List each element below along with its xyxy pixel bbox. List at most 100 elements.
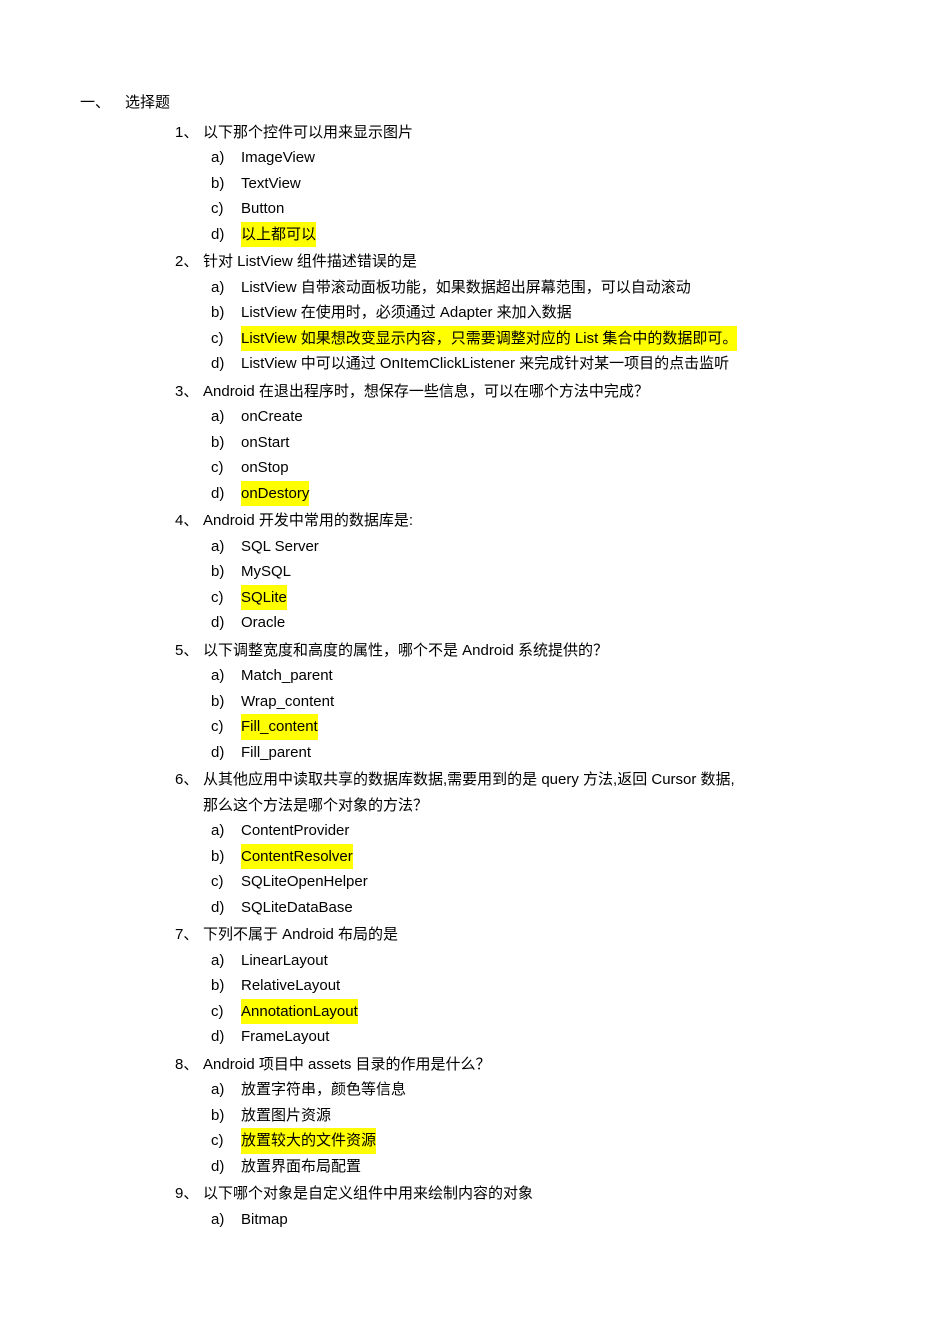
option-letter: a) (211, 275, 241, 301)
section-number: 一、 (60, 90, 115, 116)
option-letter: d) (211, 895, 241, 921)
option: b)TextView (211, 171, 885, 197)
option-text: Fill_content (241, 714, 318, 740)
question-text-continue: 那么这个方法是哪个对象的方法？ (175, 793, 885, 819)
question: 5、以下调整宽度和高度的属性，哪个不是 Android 系统提供的？a)Matc… (175, 638, 885, 766)
option: a)Bitmap (211, 1207, 885, 1233)
option-letter: a) (211, 1207, 241, 1233)
option-text: SQL Server (241, 534, 319, 560)
option-letter: c) (211, 455, 241, 481)
question: 4、Android 开发中常用的数据库是:a)SQL Serverb)MySQL… (175, 508, 885, 636)
option-letter: b) (211, 430, 241, 456)
option: a)ImageView (211, 145, 885, 171)
option-text: onStart (241, 430, 289, 456)
section-title: 选择题 (115, 90, 170, 116)
option-letter: d) (211, 1024, 241, 1050)
option-letter: d) (211, 351, 241, 377)
option-text: SQLiteOpenHelper (241, 869, 368, 895)
option: d)以上都可以 (211, 222, 885, 248)
option-letter: c) (211, 999, 241, 1025)
option: c)onStop (211, 455, 885, 481)
question-number: 5、 (175, 638, 203, 664)
option-letter: d) (211, 740, 241, 766)
option-letter: c) (211, 869, 241, 895)
option-text: Wrap_content (241, 689, 334, 715)
option: d)ListView 中可以通过 OnItemClickListener 来完成… (211, 351, 885, 377)
option-letter: b) (211, 844, 241, 870)
questions-container: 1、以下那个控件可以用来显示图片a)ImageViewb)TextViewc)B… (60, 120, 885, 1233)
question-text: Android 在退出程序时，想保存一些信息，可以在哪个方法中完成？ (203, 379, 885, 405)
option: b)RelativeLayout (211, 973, 885, 999)
question: 9、以下哪个对象是自定义组件中用来绘制内容的对象a)Bitmap (175, 1181, 885, 1232)
question-text: 以下调整宽度和高度的属性，哪个不是 Android 系统提供的？ (203, 638, 885, 664)
option-letter: c) (211, 714, 241, 740)
question-text: 下列不属于 Android 布局的是 (203, 922, 885, 948)
question-text: 以下哪个对象是自定义组件中用来绘制内容的对象 (203, 1181, 885, 1207)
question-line: 9、以下哪个对象是自定义组件中用来绘制内容的对象 (175, 1181, 885, 1207)
option-text: onStop (241, 455, 289, 481)
option-text: AnnotationLayout (241, 999, 358, 1025)
option-text: LinearLayout (241, 948, 328, 974)
question-text: 以下那个控件可以用来显示图片 (203, 120, 885, 146)
question: 2、针对 ListView 组件描述错误的是a)ListView 自带滚动面板功… (175, 249, 885, 377)
option-letter: a) (211, 145, 241, 171)
option-text: SQLite (241, 585, 287, 611)
question-number: 8、 (175, 1052, 203, 1078)
option-text: 放置图片资源 (241, 1103, 331, 1129)
question-line: 4、Android 开发中常用的数据库是: (175, 508, 885, 534)
option: c)AnnotationLayout (211, 999, 885, 1025)
option-letter: d) (211, 222, 241, 248)
option-letter: b) (211, 171, 241, 197)
question-number: 3、 (175, 379, 203, 405)
question-text: Android 开发中常用的数据库是: (203, 508, 885, 534)
option: a)onCreate (211, 404, 885, 430)
question-line: 3、Android 在退出程序时，想保存一些信息，可以在哪个方法中完成？ (175, 379, 885, 405)
question-line: 5、以下调整宽度和高度的属性，哪个不是 Android 系统提供的？ (175, 638, 885, 664)
option-letter: d) (211, 1154, 241, 1180)
option-letter: d) (211, 610, 241, 636)
option: d)放置界面布局配置 (211, 1154, 885, 1180)
option: a)放置字符串，颜色等信息 (211, 1077, 885, 1103)
option-letter: b) (211, 300, 241, 326)
question-line: 7、下列不属于 Android 布局的是 (175, 922, 885, 948)
section-header: 一、 选择题 (60, 90, 885, 116)
option: c)SQLiteOpenHelper (211, 869, 885, 895)
option: a)SQL Server (211, 534, 885, 560)
option-text: Bitmap (241, 1207, 288, 1233)
option-letter: a) (211, 404, 241, 430)
option-text: MySQL (241, 559, 291, 585)
question-line: 1、以下那个控件可以用来显示图片 (175, 120, 885, 146)
question-line: 8、Android 项目中 assets 目录的作用是什么？ (175, 1052, 885, 1078)
option: a)ContentProvider (211, 818, 885, 844)
question-number: 9、 (175, 1181, 203, 1207)
question-number: 4、 (175, 508, 203, 534)
option: c)Button (211, 196, 885, 222)
question-text: 从其他应用中读取共享的数据库数据,需要用到的是 query 方法,返回 Curs… (203, 767, 885, 793)
option: d)FrameLayout (211, 1024, 885, 1050)
option-text: ImageView (241, 145, 315, 171)
option-letter: b) (211, 1103, 241, 1129)
option-letter: a) (211, 1077, 241, 1103)
option-text: Match_parent (241, 663, 333, 689)
option-letter: a) (211, 534, 241, 560)
option: d)Fill_parent (211, 740, 885, 766)
question-line: 6、从其他应用中读取共享的数据库数据,需要用到的是 query 方法,返回 Cu… (175, 767, 885, 793)
question-number: 2、 (175, 249, 203, 275)
question-number: 6、 (175, 767, 203, 793)
option-text: 放置界面布局配置 (241, 1154, 361, 1180)
option-letter: a) (211, 663, 241, 689)
option-letter: a) (211, 948, 241, 974)
option-letter: a) (211, 818, 241, 844)
question: 6、从其他应用中读取共享的数据库数据,需要用到的是 query 方法,返回 Cu… (175, 767, 885, 920)
question-line: 2、针对 ListView 组件描述错误的是 (175, 249, 885, 275)
option: b)ContentResolver (211, 844, 885, 870)
option-letter: d) (211, 481, 241, 507)
option-text: ListView 自带滚动面板功能，如果数据超出屏幕范围，可以自动滚动 (241, 275, 691, 301)
option: b)放置图片资源 (211, 1103, 885, 1129)
question: 8、Android 项目中 assets 目录的作用是什么？a)放置字符串，颜色… (175, 1052, 885, 1180)
option: b)onStart (211, 430, 885, 456)
option-text: ListView 如果想改变显示内容，只需要调整对应的 List 集合中的数据即… (241, 326, 737, 352)
question-number: 1、 (175, 120, 203, 146)
option: c)Fill_content (211, 714, 885, 740)
option-letter: b) (211, 689, 241, 715)
